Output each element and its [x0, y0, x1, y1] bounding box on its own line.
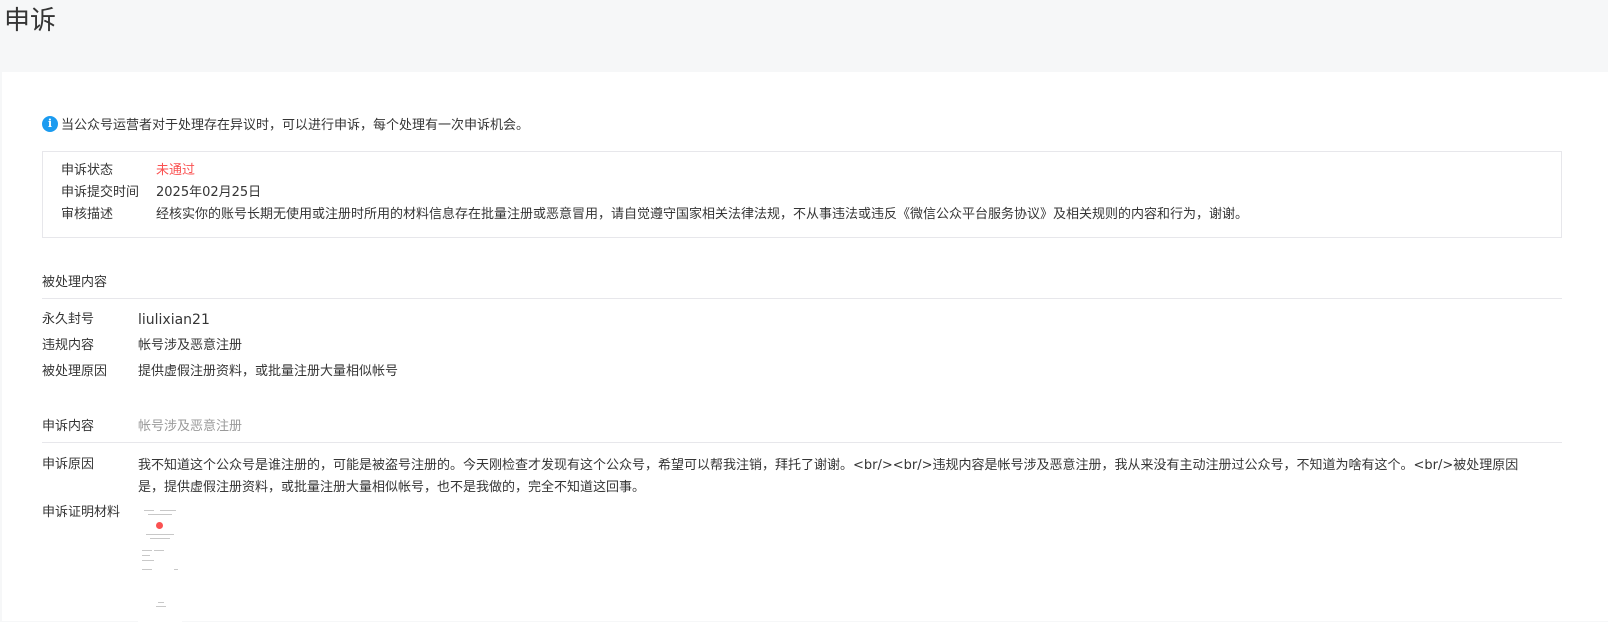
processed-reason-label: 被处理原因 [42, 364, 108, 379]
appeal-heading-value: 帐号涉及恶意注册 [138, 419, 243, 434]
submit-time-label: 申诉提交时间 [61, 185, 140, 200]
thumb-detail [156, 606, 166, 607]
appeal-reason-value: 我不知道这个公众号是谁注册的，可能是被盗号注册的。今天刚检查才发现有这个公众号，… [138, 458, 1519, 495]
ban-row: 永久封号 liulixian21 [42, 310, 210, 330]
info-icon: i [42, 115, 58, 132]
appeal-reason-row: 申诉原因 我不知道这个公众号是谁注册的，可能是被盗号注册的。今天刚检查才发现有这… [42, 455, 1523, 499]
thumb-detail [174, 569, 178, 570]
thumb-detail [142, 560, 154, 561]
thumb-detail [154, 550, 164, 551]
appeal-reason-label: 申诉原因 [42, 457, 95, 472]
ban-value: liulixian21 [138, 312, 210, 328]
violation-row: 违规内容 帐号涉及恶意注册 [42, 336, 242, 356]
thumb-detail [160, 510, 176, 511]
thumb-detail [146, 534, 174, 535]
status-row-state: 申诉状态 未通过 [61, 162, 195, 180]
appeal-heading: 申诉内容 帐号涉及恶意注册 [42, 415, 1562, 443]
tip-banner: i 当公众号运营者对于处理存在异议时，可以进行申诉，每个处理有一次申诉机会。 [42, 114, 529, 133]
thumb-detail [142, 569, 152, 570]
status-row-review: 审核描述 经核实你的账号长期无使用或注册时所用的材料信息存在批量注册或恶意冒用，… [61, 206, 1248, 224]
appeal-card: i 当公众号运营者对于处理存在异议时，可以进行申诉，每个处理有一次申诉机会。 申… [2, 72, 1608, 622]
proof-row: 申诉证明材料 [42, 503, 138, 523]
tip-text: 当公众号运营者对于处理存在异议时，可以进行申诉，每个处理有一次申诉机会。 [61, 118, 530, 133]
page-title: 申诉 [4, 6, 57, 36]
processed-reason-value: 提供虚假注册资料，或批量注册大量相似帐号 [138, 364, 399, 379]
thumb-detail [148, 514, 172, 515]
state-label: 申诉状态 [61, 163, 114, 178]
processed-heading: 被处理内容 [42, 271, 1562, 299]
proof-image-thumbnail[interactable] [138, 507, 182, 622]
thumb-detail [142, 555, 150, 556]
processed-heading-text: 被处理内容 [42, 275, 108, 290]
review-label: 审核描述 [61, 207, 114, 222]
thumb-warning-dot [156, 522, 163, 529]
processed-reason-row: 被处理原因 提供虚假注册资料，或批量注册大量相似帐号 [42, 362, 398, 382]
violation-label: 违规内容 [42, 338, 95, 353]
appeal-heading-text: 申诉内容 [42, 419, 95, 434]
thumb-detail [158, 602, 164, 603]
status-box: 申诉状态 未通过 申诉提交时间 2025年02月25日 审核描述 经核实你的账号… [42, 151, 1562, 238]
review-value: 经核实你的账号长期无使用或注册时所用的材料信息存在批量注册或恶意冒用，请自觉遵守… [156, 207, 1249, 222]
status-row-submit: 申诉提交时间 2025年02月25日 [61, 184, 261, 202]
ban-label: 永久封号 [42, 312, 95, 327]
thumb-detail [150, 538, 170, 539]
thumb-detail [142, 550, 152, 551]
state-value: 未通过 [156, 163, 196, 178]
thumb-detail [144, 510, 154, 511]
violation-value: 帐号涉及恶意注册 [138, 338, 243, 353]
proof-label: 申诉证明材料 [42, 505, 121, 520]
submit-time-value: 2025年02月25日 [156, 185, 262, 200]
